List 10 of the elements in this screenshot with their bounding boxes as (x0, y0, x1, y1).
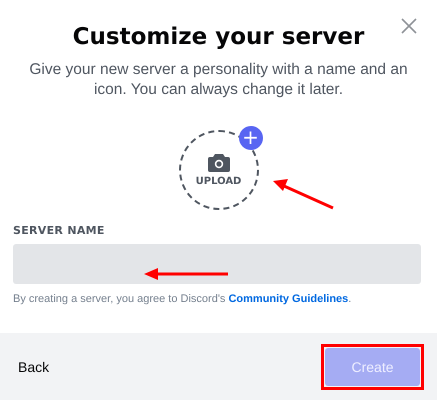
server-name-field[interactable] (13, 244, 421, 284)
camera-icon (208, 154, 230, 172)
field-label: SERVER NAME (13, 224, 106, 237)
guidelines-link[interactable]: Community Guidelines (228, 293, 348, 305)
close-icon[interactable] (401, 18, 417, 34)
dialog-subtitle: Give your new server a personality with a name and an icon. You can always change it later. (28, 60, 409, 100)
dialog-title: Customize your server (72, 24, 366, 50)
terms-note: By creating a server, you agree to Discord's Community Guidelines. (13, 293, 352, 305)
back-button[interactable]: Back (18, 358, 50, 374)
add-badge[interactable]: + (238, 126, 262, 150)
